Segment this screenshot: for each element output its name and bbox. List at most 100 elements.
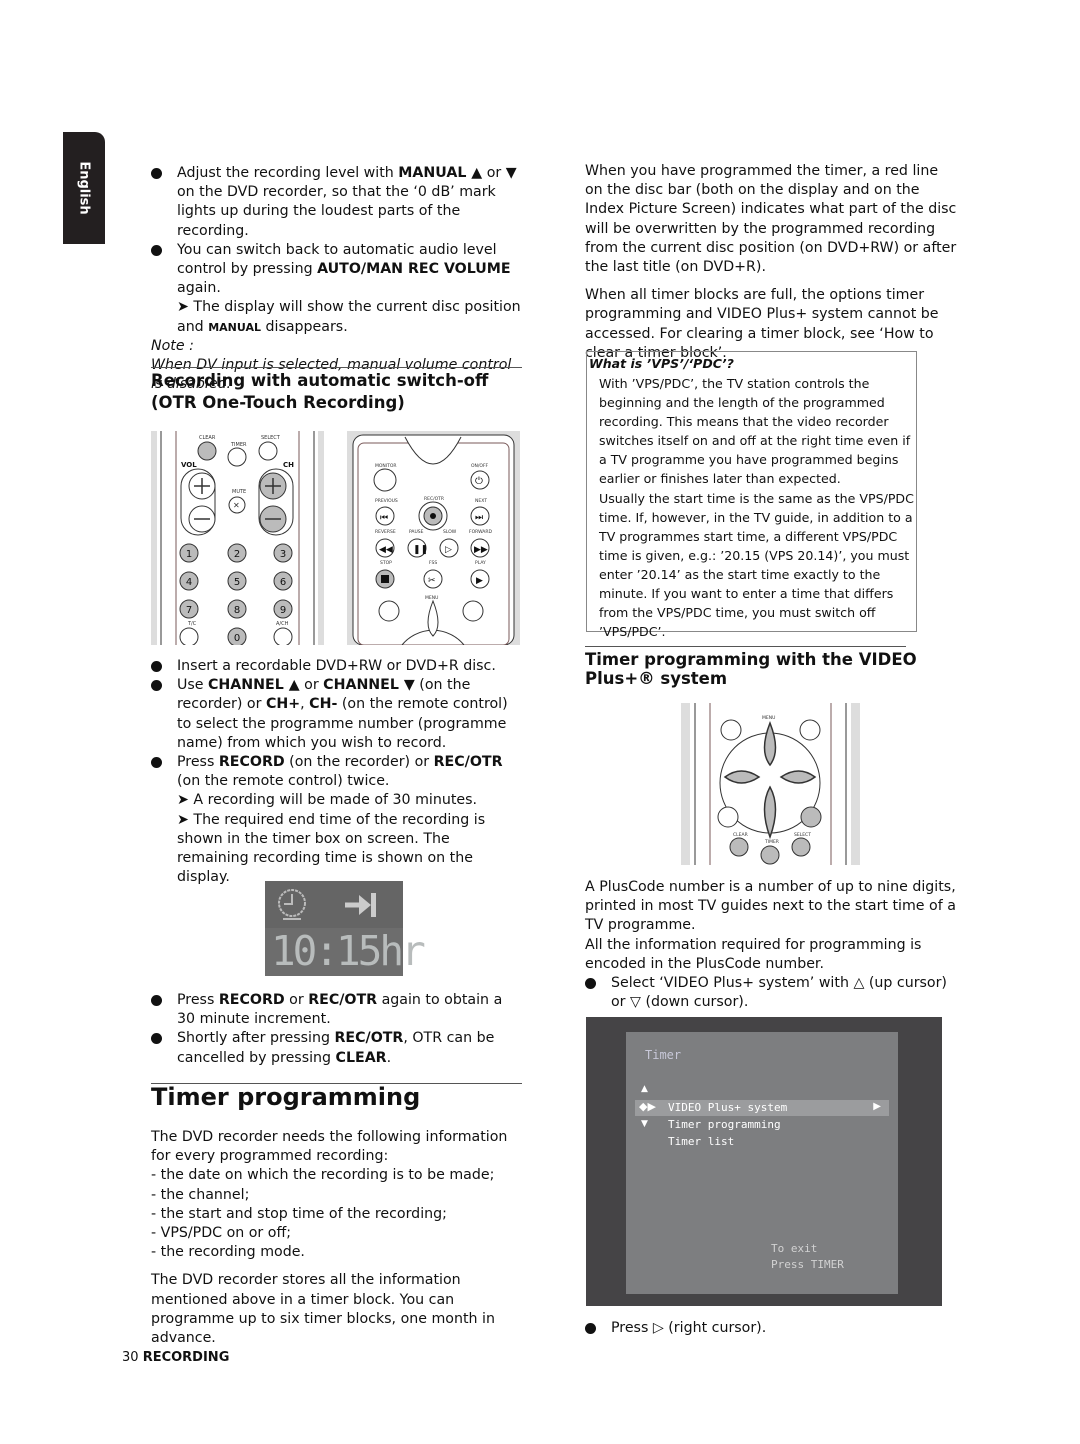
lcd-display: 10:15hr [265, 881, 426, 976]
ch-label: CH [283, 461, 294, 469]
menu-item-timer-programming[interactable]: Timer programming [668, 1118, 781, 1131]
timer-intro: The DVD recorder needs the following inf… [151, 1129, 508, 1165]
submenu-arrow-icon: ▶ [873, 1101, 881, 1112]
svg-text:⏭: ⏭ [475, 513, 483, 523]
section-name: RECORDING [142, 1350, 230, 1365]
stop-label: STOP [380, 560, 392, 566]
digit-label: 3 [280, 549, 286, 560]
select-button [791, 837, 811, 857]
timer-label: TIMER [764, 839, 779, 845]
timer-info-item: - the date on which the recording is to … [151, 1167, 495, 1184]
videoplus-heading-line2: Plus+® system [585, 669, 728, 688]
bullet-select-channel: Use CHANNEL ▲ or CHANNEL ▼ (on the recor… [151, 676, 523, 753]
menu-title: Timer [645, 1048, 682, 1062]
timer-info-item: - the channel; [151, 1186, 250, 1203]
menu-label: MENU [425, 595, 438, 601]
digit-label: 5 [234, 577, 240, 588]
tv-screen: Timer ▲ ◆▶ VIDEO Plus+ system ▶ ▼ Timer … [586, 1017, 942, 1306]
system-button [462, 600, 484, 622]
skip-to-end-icon [345, 893, 376, 917]
digit-label: 9 [280, 605, 286, 616]
press-right-section: Press ▷ (right cursor). [585, 1319, 960, 1338]
pluscode-paragraph-2: All the information required for program… [585, 936, 922, 972]
divider [585, 646, 906, 647]
exit-hint-line2: Press TIMER [771, 1258, 844, 1271]
tc-label: T/C [187, 621, 197, 627]
svg-text:▶▶: ▶▶ [474, 545, 488, 555]
svg-text:✂: ✂ [428, 576, 436, 586]
clear-button [729, 837, 749, 857]
videoplus-heading-line1: Timer programming with the VIDEO [585, 650, 917, 669]
return-button [717, 806, 739, 828]
monitor-label: MONITOR [375, 463, 397, 469]
pluscode-paragraph-1: A PlusCode number is a number of up to n… [585, 879, 956, 934]
digit-label: 0 [234, 633, 240, 644]
timer-button [227, 447, 247, 467]
pluscode-section: A PlusCode number is a number of up to n… [585, 878, 960, 1012]
menu-item-label: VIDEO Plus+ system [668, 1101, 788, 1114]
svg-text:❚❚: ❚❚ [413, 545, 428, 555]
vol-label: VOL [181, 461, 197, 469]
ach-button [273, 627, 293, 645]
menu-label: MENU [762, 715, 775, 721]
next-label: NEXT [475, 498, 487, 504]
menu-item-videoplus[interactable]: ◆▶ VIDEO Plus+ system ▶ [635, 1100, 889, 1116]
page-footer: 30 RECORDING [122, 1350, 229, 1365]
timer-info-item: - the recording mode. [151, 1244, 305, 1261]
disc-button [720, 719, 742, 741]
recotr-label: REC/OTR [424, 496, 444, 502]
lcd-time: 10:15hr [271, 927, 426, 975]
timer-button [760, 845, 780, 865]
language-tab: English [63, 132, 105, 244]
forward-label: FORWARD [469, 529, 492, 535]
bullet-press-record: Press RECORD (on the recorder) or REC/OT… [151, 753, 523, 791]
digit-label: 2 [234, 549, 240, 560]
bullet-insert-disc: Insert a recordable DVD+RW or DVD+R disc… [151, 657, 523, 676]
timer-menu: Timer ▲ ◆▶ VIDEO Plus+ system ▶ ▼ Timer … [626, 1032, 898, 1294]
selection-diamond-icon: ◆▶ [639, 1100, 656, 1113]
timer-info-item: - the start and stop time of the recordi… [151, 1205, 447, 1222]
bullet-select-videoplus: Select ‘VIDEO Plus+ system’ with △ (up c… [585, 974, 960, 1012]
result-display: ➤ The display will show the current disc… [177, 299, 521, 335]
divider [151, 367, 522, 368]
fss-label: FSS [429, 560, 437, 566]
scroll-up-icon: ▲ [641, 1084, 648, 1094]
result-30-minutes: ➤ A recording will be made of 30 minutes… [177, 792, 478, 809]
remote-number-pad-illustration: CLEAR TIMER SELECT MUTE T/C A/CH VOL CH … [151, 431, 324, 645]
play-label: PLAY [475, 560, 486, 566]
disc-button [378, 600, 400, 622]
svg-text:◀◀: ◀◀ [379, 545, 393, 555]
clear-button [197, 441, 217, 461]
videoplus-heading: Timer programming with the VIDEO Plus+® … [585, 650, 960, 688]
mute-label: MUTE [232, 489, 246, 495]
otr-heading: Recording with automatic switch-off (OTR… [151, 371, 489, 412]
result-end-time: ➤ The required end time of the recording… [177, 811, 486, 886]
bullet-increment: Press RECORD or REC/OTR again to obtain … [151, 991, 523, 1029]
digit-label: 6 [280, 577, 286, 588]
remote-transport-illustration: MONITOR ON/OFF PREVIOUS REC/OTR NEXT REV… [347, 431, 520, 645]
red-line-paragraph: When you have programmed the timer, a re… [585, 163, 957, 276]
digit-label: 4 [186, 577, 192, 588]
bullet-press-right: Press ▷ (right cursor). [585, 1319, 960, 1338]
timer-label: TIMER [230, 442, 247, 448]
left-top-section: Adjust the recording level with MANUAL ▲… [151, 164, 523, 394]
select-label: SELECT [261, 435, 281, 441]
otr-more-steps: Press RECORD or REC/OTR again to obtain … [151, 991, 523, 1068]
monitor-button [373, 468, 397, 492]
slow-label: SLOW [443, 529, 457, 535]
ok-button [800, 806, 822, 828]
exit-hint-line1: To exit [771, 1242, 818, 1255]
bullet-cancel-otr: Shortly after pressing REC/OTR, OTR can … [151, 1029, 523, 1067]
vps-box-body: With ’VPS/PDC’, the TV station controls … [599, 374, 915, 641]
scroll-down-icon: ▼ [641, 1119, 648, 1129]
language-tab-label: English [76, 161, 92, 215]
vps-box-title: What is ’VPS’/‘PDC’? [589, 356, 734, 371]
digit-label: 7 [186, 605, 192, 616]
svg-text:⏻: ⏻ [475, 476, 483, 487]
menu-item-timer-list[interactable]: Timer list [668, 1135, 734, 1148]
digit-label: 1 [186, 549, 192, 560]
bullet-switch-back: You can switch back to automatic audio l… [151, 241, 523, 299]
timer-programming-heading: Timer programming [151, 1083, 421, 1111]
remote-navigation-illustration: MENU DISC SYSTEM RETURN OK CLEAR TIMER S… [681, 703, 860, 865]
timer-store-text: The DVD recorder stores all the informat… [151, 1272, 495, 1347]
